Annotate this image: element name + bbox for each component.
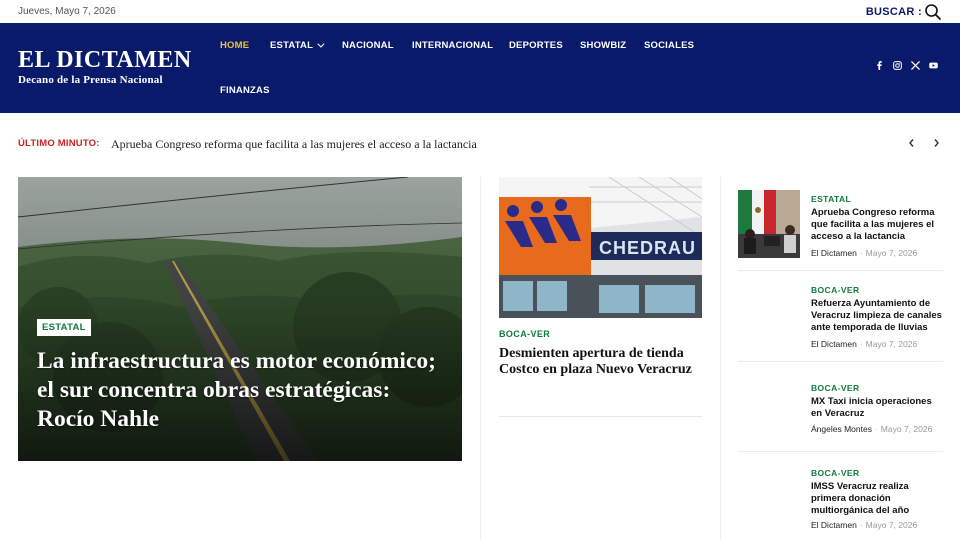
item-category[interactable]: BOCA-VER (811, 383, 860, 393)
main-nav: HOME ESTATAL NACIONAL INTERNACIONAL DEPO… (220, 23, 720, 113)
item-category[interactable]: BOCA-VER (811, 468, 860, 478)
item-title[interactable]: Aprueba Congreso reforma que facilita a … (811, 207, 944, 243)
column-divider (720, 177, 721, 540)
item-author[interactable]: El Dictamen (811, 248, 857, 258)
current-date: Jueves, Mayo 7, 2026 (18, 6, 116, 17)
divider (738, 270, 943, 271)
facebook-icon[interactable] (875, 61, 884, 70)
item-meta: El Dictamen · Mayo 7, 2026 (811, 248, 917, 258)
item-date: Mayo 7, 2026 (880, 424, 933, 434)
divider (738, 451, 943, 452)
hero-article[interactable]: ESTATAL La infraestructura es motor econ… (18, 177, 462, 461)
nav-nacional[interactable]: NACIONAL (342, 40, 394, 51)
meta-separator: · (874, 424, 878, 434)
meta-separator: · (859, 520, 863, 530)
nav-estatal-label: ESTATAL (270, 40, 314, 51)
breaking-headline-link[interactable]: Aprueba Congreso reforma que facilita a … (111, 137, 477, 152)
nav-sociales[interactable]: SOCIALES (644, 40, 694, 51)
logo-name: EL DICTAMEN (18, 47, 192, 73)
item-date: Mayo 7, 2026 (865, 248, 918, 258)
social-links (875, 61, 938, 70)
column-divider (480, 177, 481, 540)
item-category[interactable]: ESTATAL (811, 194, 851, 204)
search-label: BUSCAR : (865, 6, 922, 18)
nav-deportes[interactable]: DEPORTES (509, 40, 563, 51)
logo-tagline: Decano de la Prensa Nacional (18, 74, 163, 86)
nav-finanzas[interactable]: FINANZAS (220, 85, 270, 96)
nav-estatal[interactable]: ESTATAL (270, 40, 325, 51)
top-bar: Jueves, Mayo 7, 2026 BUSCAR : (0, 0, 960, 23)
divider (738, 361, 943, 362)
x-icon[interactable] (911, 61, 920, 70)
prev-arrow-icon[interactable] (906, 137, 917, 149)
nav-home[interactable]: HOME (220, 40, 249, 51)
item-title[interactable]: Refuerza Ayuntamiento de Veracruz limpie… (811, 298, 944, 334)
thumbnail[interactable] (738, 379, 800, 447)
svg-text:CHEDRAU: CHEDRAU (599, 238, 696, 258)
nav-internacional[interactable]: INTERNACIONAL (412, 40, 493, 51)
thumbnail[interactable] (738, 190, 800, 258)
search-button[interactable]: BUSCAR : (866, 3, 942, 21)
featured-category[interactable]: BOCA-VER (499, 329, 550, 339)
meta-separator: · (859, 339, 863, 349)
chevron-down-icon (317, 40, 325, 48)
item-date: Mayo 7, 2026 (865, 520, 918, 530)
youtube-icon[interactable] (929, 61, 938, 70)
breaking-news-bar: ÚLTIMO MINUTO: Aprueba Congreso reforma … (18, 137, 942, 151)
item-meta: Ángeles Montes · Mayo 7, 2026 (811, 424, 932, 434)
breaking-label: ÚLTIMO MINUTO: (18, 138, 100, 149)
instagram-icon[interactable] (893, 61, 902, 70)
divider (499, 416, 702, 417)
thumbnail[interactable] (738, 464, 800, 532)
site-header: EL DICTAMEN Decano de la Prensa Nacional… (0, 23, 960, 113)
site-logo[interactable]: EL DICTAMEN Decano de la Prensa Nacional (18, 48, 192, 86)
item-date: Mayo 7, 2026 (865, 339, 918, 349)
item-author[interactable]: Ángeles Montes (811, 424, 872, 434)
breaking-controls (906, 137, 942, 149)
item-title[interactable]: MX Taxi inicia operaciones en Veracruz (811, 396, 944, 420)
featured-headline[interactable]: Desmienten apertura de tienda Costco en … (499, 346, 699, 378)
store-image: CHEDRAU (499, 177, 702, 318)
thumbnail[interactable] (738, 281, 800, 349)
search-icon (925, 4, 941, 20)
item-category[interactable]: BOCA-VER (811, 285, 860, 295)
meta-separator: · (859, 248, 863, 258)
hero-category-badge[interactable]: ESTATAL (37, 319, 91, 336)
next-arrow-icon[interactable] (931, 137, 942, 149)
item-author[interactable]: El Dictamen (811, 339, 857, 349)
featured-image[interactable]: CHEDRAU (499, 177, 702, 318)
congress-image (738, 190, 800, 258)
hero-headline[interactable]: La infraestructura es motor económico; e… (37, 347, 447, 434)
item-author[interactable]: El Dictamen (811, 520, 857, 530)
item-title[interactable]: IMSS Veracruz realiza primera donación m… (811, 481, 944, 517)
item-meta: El Dictamen · Mayo 7, 2026 (811, 520, 917, 530)
nav-showbiz[interactable]: SHOWBIZ (580, 40, 626, 51)
item-meta: El Dictamen · Mayo 7, 2026 (811, 339, 917, 349)
